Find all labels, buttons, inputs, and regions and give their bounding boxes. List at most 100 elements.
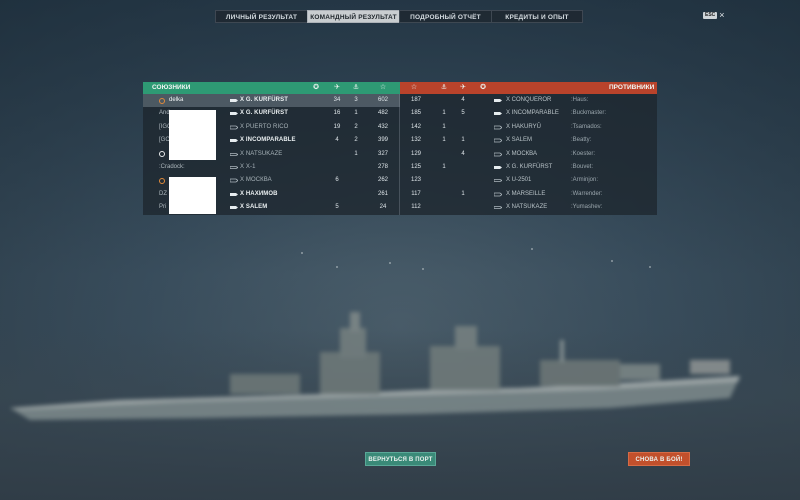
ally-player-name: delka <box>169 97 184 103</box>
enemy-row-part: 125 1 X G. KURFÜRST :Bouvet: <box>400 161 657 174</box>
ally-ship-name: X NATSUKAZE <box>240 150 283 157</box>
enemy-score: 125 <box>410 164 421 170</box>
allies-title: СОЮЗНИКИ <box>152 84 191 91</box>
ally-stat-kills: 2 <box>354 123 358 130</box>
enemy-ship-name: X U-2501 <box>506 177 532 184</box>
enemy-ship-name: X CONQUEROR <box>506 97 552 103</box>
enemy-score: 185 <box>410 110 421 117</box>
ally-score: 262 <box>377 177 388 184</box>
tab-detailed-report[interactable]: ПОДРОБНЫЙ ОТЧЁТ <box>399 10 491 23</box>
ally-score: 399 <box>377 137 388 144</box>
enemy-score: 117 <box>411 190 421 197</box>
ally-row-part: :Cradock: X X-1 278 <box>143 161 400 174</box>
team-results-panel: СОЮЗНИКИ ✪ ✈ ⚓ ☆ ☆ ⚓ ✈ ✪ ПРОТИВНИКИ delk… <box>143 82 657 215</box>
ship-kill-icon: ⚓ <box>352 84 360 91</box>
enemy-stat-kills: 1 <box>442 110 446 117</box>
laurel-icon: ✪ <box>313 84 319 91</box>
laurel-icon: ✪ <box>480 84 486 91</box>
enemy-stat-planes: 5 <box>461 110 465 117</box>
enemy-row-part: 132 1 1 X SALEM:Beatty: <box>400 134 657 147</box>
tab-team-result[interactable]: КОМАНДНЫЙ РЕЗУЛЬТАТ <box>307 10 399 23</box>
enemy-player-name: :Tsamados: <box>571 123 602 130</box>
planes-icon: ✈ <box>334 84 340 91</box>
ally-stat-planes: 6 <box>335 177 339 184</box>
enemy-row-part: 129 4 X МОСКВА:Koester: <box>400 148 657 161</box>
ally-stat-planes: 4 <box>335 137 339 144</box>
clan-badge-icon <box>159 97 165 104</box>
table-row[interactable]: And X G. KURFÜRST 16 1 482 185 1 5 X INCOMPARABL… <box>143 107 657 120</box>
esc-key-label: ESC <box>703 11 718 19</box>
enemy-stat-planes: 4 <box>461 97 465 103</box>
tab-personal-result[interactable]: ЛИЧНЫЙ РЕЗУЛЬТАТ <box>215 10 307 23</box>
ally-player-name: :Cradock: <box>159 164 185 170</box>
return-to-port-button[interactable]: ВЕРНУТЬСЯ В ПОРТ <box>365 452 436 466</box>
clan-badge-icon <box>159 177 165 184</box>
enemy-player-name: :Bouvet: <box>571 164 594 170</box>
ally-stat-kills: 1 <box>354 110 358 117</box>
ally-score: 24 <box>379 204 387 211</box>
enemy-stat-planes: 4 <box>461 150 465 157</box>
table-row[interactable]: DZ X НАХИМОВ 261 117 1 X MARSEILLE:Warrender: <box>143 188 657 201</box>
ally-player-name: DZ <box>159 190 167 197</box>
ally-score: 482 <box>377 110 388 117</box>
redacted-box <box>169 177 216 214</box>
ally-stat-kills: 3 <box>354 97 358 103</box>
redacted-box <box>169 110 216 160</box>
enemy-row-part: 117 1 X MARSEILLE:Warrender: <box>400 188 657 201</box>
enemy-row-part: 142 1 X HAKURYŪ :Tsamados: <box>400 121 657 134</box>
enemy-row-part: 112 X NATSUKAZE:Yumashev: <box>400 201 657 214</box>
enemy-row-part: 187 4 X CONQUEROR:Haus: <box>400 94 657 107</box>
enemy-ship-name: X MARSEILLE <box>506 190 546 197</box>
star-icon: ☆ <box>379 84 387 91</box>
team-divider <box>399 94 400 215</box>
enemy-player-name: :Haus: <box>571 97 589 103</box>
ally-ship-name: X G. KURFÜRST <box>240 97 288 103</box>
table-row[interactable]: [GC X INCOMPARABLE 4 2 399 132 1 1 X SALEM:Beatt… <box>143 134 657 147</box>
close-icon: × <box>719 10 725 20</box>
ally-row-part: delka X G. KURFÜRST 34 3 602 <box>143 94 400 108</box>
enemy-ship-name: X INCOMPARABLE <box>506 110 559 117</box>
ally-ship-name: X X-1 <box>240 164 256 170</box>
ally-score: 602 <box>377 97 388 103</box>
enemy-ship-name: X G. KURFÜRST <box>506 164 553 170</box>
table-row[interactable]: X МОСКВА 6 262 123 X U-2501 :Arminjon: <box>143 174 657 187</box>
ally-player-name: Pri <box>159 204 167 211</box>
enemy-player-name: :Koester: <box>571 150 596 157</box>
enemy-stat-planes: 1 <box>461 190 465 197</box>
ally-stat-kills: 2 <box>354 137 358 144</box>
ally-ship-name: X PUERTO RICO <box>240 123 289 130</box>
enemy-ship-name: X NATSUKAZE <box>506 204 548 211</box>
planes-icon: ✈ <box>460 84 466 91</box>
enemy-stat-kills: 1 <box>442 123 446 130</box>
enemy-player-name: :Buckmaster: <box>571 110 607 117</box>
table-row[interactable]: X NATSUKAZE 1 327 129 4 X МОСКВА:Koester: <box>143 148 657 161</box>
enemy-ship-name: X HAKURYŪ <box>506 123 541 130</box>
battleship-silhouette <box>10 312 740 420</box>
tab-credits-and-xp[interactable]: КРЕДИТЫ И ОПЫТ <box>491 10 583 23</box>
enemy-stat-kills: 1 <box>442 137 446 144</box>
ally-ship-name: X МОСКВА <box>240 177 272 184</box>
results-tabs: ЛИЧНЫЙ РЕЗУЛЬТАТ КОМАНДНЫЙ РЕЗУЛЬТАТ ПОД… <box>215 10 583 23</box>
enemy-score: 132 <box>410 137 421 144</box>
ally-stat-planes: 5 <box>335 204 339 211</box>
table-row[interactable]: :Cradock: X X-1 278 125 1 X G. KURFÜRST:Bouve… <box>143 161 657 174</box>
ally-stat-planes: 19 <box>333 123 341 130</box>
enemy-stat-planes: 1 <box>461 137 465 144</box>
enemy-ship-name: X МОСКВА <box>506 150 537 157</box>
table-row[interactable]: delka X G. KURFÜRST 34 3 602 187 4 X CONQUEROR:… <box>143 94 657 108</box>
ally-score: 261 <box>377 190 388 197</box>
allies-header: СОЮЗНИКИ ✪ ✈ ⚓ ☆ <box>143 82 400 94</box>
enemy-player-name: :Beatty: <box>571 137 592 144</box>
ally-ship-name: X НАХИМОВ <box>240 190 278 197</box>
battle-again-button[interactable]: СНОВА В БОЙ! <box>628 452 690 466</box>
enemy-row-part: 123 X U-2501 :Arminjon: <box>400 174 657 187</box>
enemy-stat-kills: 1 <box>442 164 446 170</box>
close-button[interactable]: ESC × <box>703 10 725 20</box>
table-row[interactable]: [IGO X PUERTO RICO 19 2 432 142 1 X HAKURYŪ:Tsa… <box>143 121 657 134</box>
table-row[interactable]: Pri X SALEM 5 24 112 X NATSUKAZE:Yumashev: <box>143 201 657 214</box>
enemy-score: 123 <box>410 177 421 184</box>
enemy-score: 142 <box>410 123 421 130</box>
ally-score: 432 <box>377 123 388 130</box>
enemy-player-name: :Arminjon: <box>571 177 599 184</box>
ally-score: 327 <box>377 150 388 157</box>
